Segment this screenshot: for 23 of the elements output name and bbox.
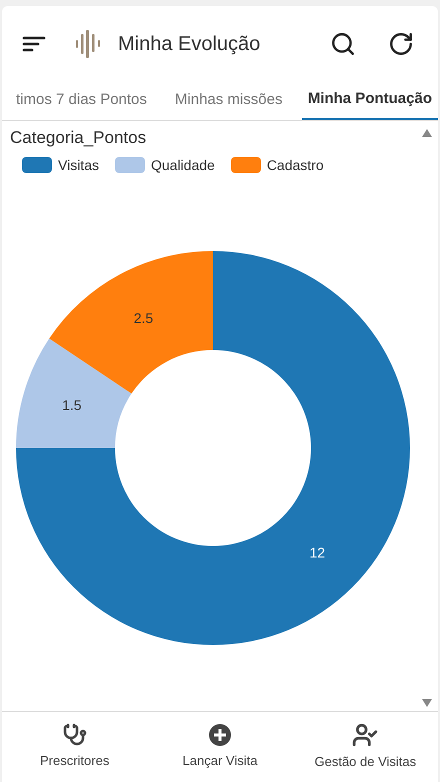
legend-label: Cadastro <box>266 156 324 174</box>
menu-icon[interactable] <box>22 34 46 52</box>
nav-item[interactable]: Gestão de Visitas <box>292 712 438 782</box>
tab[interactable]: Minha Pontuação <box>302 81 438 120</box>
scroll-down-icon[interactable] <box>422 698 432 706</box>
legend-swatch <box>230 157 261 173</box>
chart-title: Categoria_Pontos <box>10 127 146 149</box>
legend-swatch <box>114 157 145 173</box>
tab[interactable]: Minhas missões <box>160 81 296 120</box>
nav-item[interactable]: Lançar Visita <box>147 712 293 782</box>
app-title: Minha Evolução <box>118 32 260 56</box>
legend-label: Qualidade <box>150 156 215 175</box>
stethoscope-icon <box>62 723 87 748</box>
nav-item[interactable]: Prescritores <box>2 712 148 782</box>
user-check-icon <box>352 722 378 748</box>
tab[interactable]: timos 7 dias Pontos <box>2 81 161 120</box>
scroll-up-icon[interactable] <box>422 129 432 137</box>
plus-circle-icon <box>208 723 232 748</box>
data-label: 2.5 <box>134 309 154 326</box>
legend-label: Visitas <box>58 156 99 174</box>
data-label: 12 <box>310 544 326 560</box>
data-label: 1.5 <box>62 396 82 413</box>
legend-swatch <box>22 157 52 173</box>
